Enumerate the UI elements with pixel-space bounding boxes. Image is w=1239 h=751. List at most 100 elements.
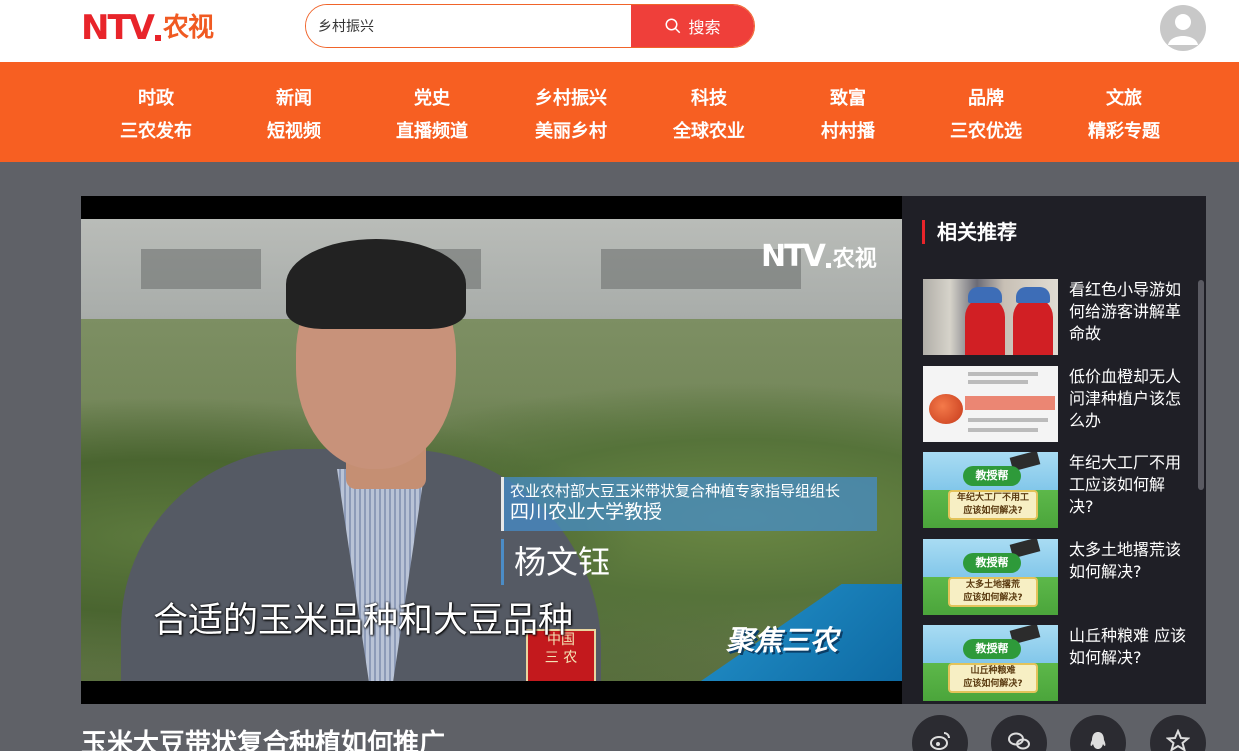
watermark-cn: 农视 xyxy=(832,246,877,272)
nav-link[interactable]: 直播频道 xyxy=(372,115,492,148)
search-button-label: 搜索 xyxy=(688,18,721,37)
recommend-title[interactable]: 山丘种粮难 应该如何解决? xyxy=(1069,625,1187,669)
thumb-band xyxy=(965,396,1055,410)
recommend-item[interactable]: 看红色小导游如何给游客讲解革命故 xyxy=(923,279,1193,355)
share-weibo-button[interactable] xyxy=(912,715,968,751)
nav-link[interactable]: 乡村振兴 xyxy=(511,82,631,115)
nav-link[interactable]: 致富 xyxy=(788,82,908,115)
share-qzone-button[interactable] xyxy=(1150,715,1206,751)
share-qq-button[interactable] xyxy=(1070,715,1126,751)
recommend-item[interactable]: 低价血橙却无人问津种植户该怎么办 xyxy=(923,366,1193,442)
thumb-board-text: 太多土地撂荒 xyxy=(965,580,1020,590)
program-logo: 聚焦三农 xyxy=(726,624,839,657)
nav-column: 文旅 精彩专题 xyxy=(1064,82,1184,148)
thumb-tag: 教授帮 xyxy=(963,466,1021,486)
recommend-title[interactable]: 低价血橙却无人问津种植户该怎么办 xyxy=(1069,366,1187,432)
logo-ntv-text: NTV xyxy=(81,8,155,48)
site-logo[interactable]: NTV 农视 xyxy=(81,8,214,48)
video-frame[interactable]: 中国 三 农 NTV 农视 农业农村部大豆玉米带状复合种植专家指导组组长 四川农… xyxy=(81,219,902,681)
search-button[interactable]: 搜索 xyxy=(631,5,754,47)
main-nav: 时政 三农发布 新闻 短视频 党史 直播频道 乡村振兴 美丽乡村 科技 全球农业… xyxy=(0,62,1239,162)
recommend-thumbnail[interactable] xyxy=(923,279,1058,355)
recommend-thumbnail[interactable] xyxy=(923,366,1058,442)
thumb-tag: 教授帮 xyxy=(963,553,1021,573)
nav-column: 品牌 三农优选 xyxy=(926,82,1046,148)
thumb-line xyxy=(968,418,1048,422)
qq-icon xyxy=(1090,732,1106,749)
nav-link[interactable]: 品牌 xyxy=(926,82,1046,115)
thumb-board: 太多土地撂荒 应该如何解决? xyxy=(948,577,1038,607)
nav-link[interactable]: 美丽乡村 xyxy=(511,115,631,148)
related-sidebar: 相关推荐 看红色小导游如何给游客讲解革命故 低价血橙却无人问津种植户该怎么办 教… xyxy=(902,196,1206,704)
recommend-item[interactable]: 教授帮 太多土地撂荒 应该如何解决? 太多土地撂荒该如何解决? xyxy=(923,539,1193,615)
nav-column: 科技 全球农业 xyxy=(649,82,769,148)
thumb-line xyxy=(968,372,1038,376)
recommend-title[interactable]: 看红色小导游如何给游客讲解革命故 xyxy=(1069,279,1187,345)
nav-link[interactable]: 三农优选 xyxy=(926,115,1046,148)
caption-title-line: 农业农村部大豆玉米带状复合种植专家指导组组长 xyxy=(510,482,841,500)
thumb-board-text: 应该如何解决? xyxy=(963,506,1023,516)
site-header: NTV 农视 搜索 xyxy=(0,0,1239,62)
logo-dot xyxy=(154,35,161,41)
thumb-figure xyxy=(1013,297,1053,355)
nav-link[interactable]: 文旅 xyxy=(1064,82,1184,115)
caption-title-box: 农业农村部大豆玉米带状复合种植专家指导组组长 四川农业大学教授 xyxy=(501,477,877,531)
nav-link[interactable]: 村村播 xyxy=(788,115,908,148)
nav-link[interactable]: 全球农业 xyxy=(649,115,769,148)
thumb-line xyxy=(968,380,1028,384)
thumb-figure xyxy=(965,297,1005,355)
star-icon xyxy=(1166,729,1190,751)
recommend-item[interactable]: 教授帮 山丘种粮难 应该如何解决? 山丘种粮难 应该如何解决? xyxy=(923,625,1193,701)
watermark-ntv: NTV xyxy=(761,239,826,274)
thumb-board-text: 山丘种粮难 xyxy=(970,666,1016,676)
nav-link[interactable]: 科技 xyxy=(649,82,769,115)
watermark-dot xyxy=(825,263,831,268)
share-wechat-button[interactable] xyxy=(991,715,1047,751)
caption-title-line: 四川农业大学教授 xyxy=(510,501,663,523)
video-watermark: NTV 农视 xyxy=(761,239,877,274)
book-text: 三 农 xyxy=(544,650,578,666)
sidebar-title: 相关推荐 xyxy=(922,220,1017,244)
search-bar: 搜索 xyxy=(305,4,755,48)
search-input[interactable] xyxy=(306,5,631,47)
user-avatar[interactable] xyxy=(1160,5,1206,51)
building-window xyxy=(141,249,261,289)
recommend-thumbnail[interactable]: 教授帮 山丘种粮难 应该如何解决? xyxy=(923,625,1058,701)
video-subtitle: 合适的玉米品种和大豆品种 xyxy=(153,601,574,641)
thumb-board: 年纪大工厂不用工 应该如何解决? xyxy=(948,490,1038,520)
recommend-thumbnail[interactable]: 教授帮 年纪大工厂不用工 应该如何解决? xyxy=(923,452,1058,528)
nav-column: 党史 直播频道 xyxy=(372,82,492,148)
nav-link[interactable]: 精彩专题 xyxy=(1064,115,1184,148)
nav-link[interactable]: 新闻 xyxy=(234,82,354,115)
nav-link[interactable]: 短视频 xyxy=(234,115,354,148)
recommend-title[interactable]: 太多土地撂荒该如何解决? xyxy=(1069,539,1187,583)
thumb-tag: 教授帮 xyxy=(963,639,1021,659)
thumb-board-text: 应该如何解决? xyxy=(963,593,1023,603)
weibo-icon xyxy=(930,732,950,750)
user-icon xyxy=(1168,14,1198,45)
nav-column: 时政 三农发布 xyxy=(96,82,216,148)
search-icon xyxy=(665,18,681,34)
nav-column: 新闻 短视频 xyxy=(234,82,354,148)
interviewee-hair xyxy=(286,239,466,329)
sidebar-scrollbar[interactable] xyxy=(1198,280,1204,490)
logo-cn-text: 农视 xyxy=(162,13,214,43)
recommend-title[interactable]: 年纪大工厂不用工应该如何解决? xyxy=(1069,452,1187,518)
nav-link[interactable]: 三农发布 xyxy=(96,115,216,148)
thumb-board-text: 年纪大工厂不用工 xyxy=(956,493,1029,503)
thumb-line xyxy=(968,428,1038,432)
nav-column: 乡村振兴 美丽乡村 xyxy=(511,82,631,148)
recommend-item[interactable]: 教授帮 年纪大工厂不用工 应该如何解决? 年纪大工厂不用工应该如何解决? xyxy=(923,452,1193,528)
thumb-board-text: 应该如何解决? xyxy=(963,679,1023,689)
caption-name: 杨文钰 xyxy=(501,539,610,585)
nav-link[interactable]: 时政 xyxy=(96,82,216,115)
wechat-icon xyxy=(1008,732,1030,750)
video-title: 玉米大豆带状复合种植如何推广 xyxy=(81,729,446,751)
nav-link[interactable]: 党史 xyxy=(372,82,492,115)
thumb-board: 山丘种粮难 应该如何解决? xyxy=(948,663,1038,693)
video-player[interactable]: 中国 三 农 NTV 农视 农业农村部大豆玉米带状复合种植专家指导组组长 四川农… xyxy=(81,196,902,704)
recommend-thumbnail[interactable]: 教授帮 太多土地撂荒 应该如何解决? xyxy=(923,539,1058,615)
thumb-cap xyxy=(1016,287,1050,303)
nav-column: 致富 村村播 xyxy=(788,82,908,148)
thumb-cap xyxy=(968,287,1002,303)
